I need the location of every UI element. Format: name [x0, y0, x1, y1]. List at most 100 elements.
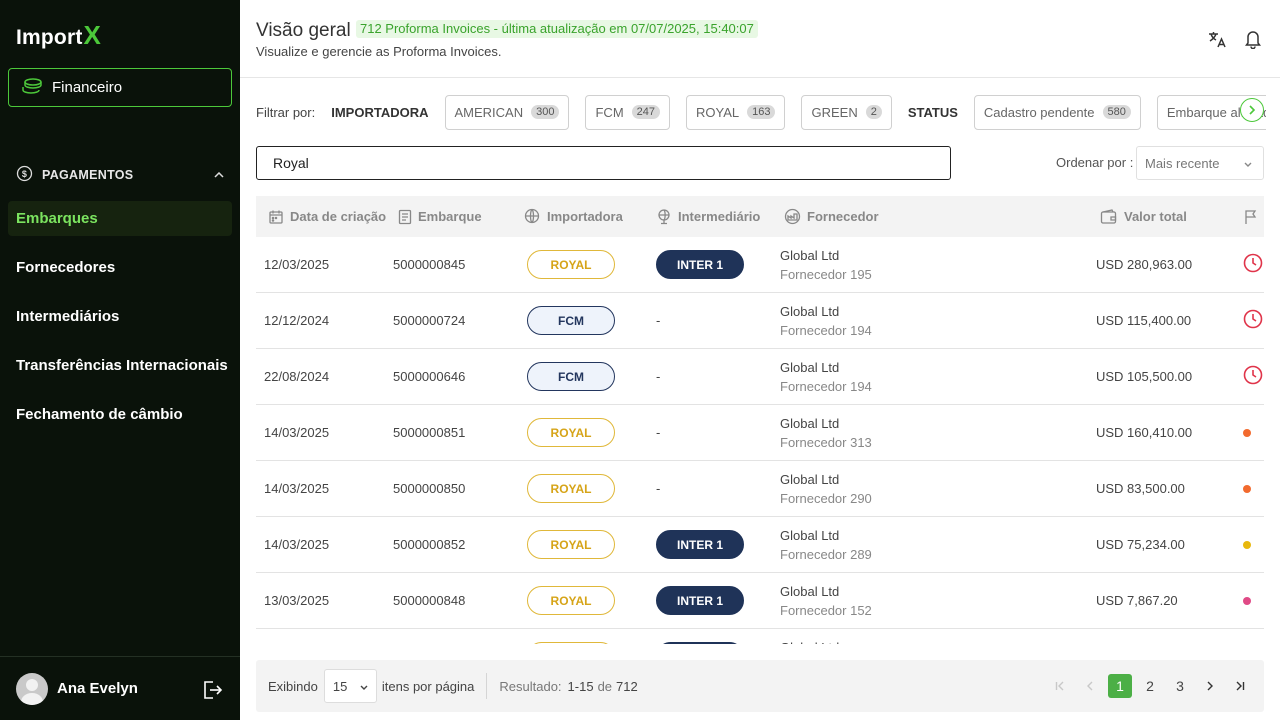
filter-chip-american[interactable]: AMERICAN 300	[444, 94, 570, 130]
chip-label: ROYAL	[696, 104, 740, 120]
filter-group-status: STATUS	[907, 104, 958, 120]
filter-chip-royal[interactable]: ROYAL 163	[686, 94, 786, 130]
column-header-importadora[interactable]: Importadora	[524, 196, 623, 237]
section-toggle-pagamentos[interactable]: $ PAGAMENTOS	[16, 165, 224, 185]
page-button-1[interactable]: 1	[1108, 674, 1132, 698]
sidebar-item-embarques[interactable]: Embarques	[8, 201, 232, 236]
sidebar-item-transferencias[interactable]: Transferências Internacionais	[8, 348, 232, 383]
filter-chip-cadastro-pendente[interactable]: Cadastro pendente 580	[973, 94, 1141, 130]
cell-intermediario: -	[656, 461, 660, 516]
status-dot[interactable]	[1243, 428, 1251, 437]
table-row[interactable]: 13/03/2025 5000000848 ROYAL INTER 1 Glob…	[256, 573, 1264, 629]
table-row[interactable]: 14/03/2025 5000000851 ROYAL - Global Ltd…	[256, 405, 1264, 461]
sort-select[interactable]: Mais recente	[1136, 146, 1264, 180]
importadora-badge: ROYAL	[527, 418, 615, 447]
avatar[interactable]	[16, 672, 48, 705]
chip-count: 580	[1102, 105, 1131, 119]
filter-scroll-right-button[interactable]	[1240, 98, 1264, 122]
status-dot[interactable]	[1243, 484, 1251, 493]
column-label: Intermediário	[678, 209, 761, 224]
translate-icon[interactable]	[1207, 29, 1227, 54]
table-body: 12/03/2025 5000000845 ROYAL INTER 1 Glob…	[256, 237, 1264, 644]
table-row[interactable]: 12/12/2024 5000000724 FCM - Global Ltd F…	[256, 293, 1264, 349]
clock-icon[interactable]	[1243, 253, 1263, 276]
column-label: Fornecedor	[807, 209, 879, 224]
cell-valor: USD 160,410.00	[1096, 425, 1193, 440]
cell-fornecedor: Global Ltd Fornecedor 289	[780, 517, 872, 572]
prev-page-icon[interactable]	[1078, 674, 1102, 698]
cell-intermediario: -	[656, 405, 660, 460]
filter-chip-green[interactable]: GREEN 2	[801, 94, 892, 130]
section-label: PAGAMENTOS	[42, 168, 134, 182]
pagination: 1 2 3	[1048, 674, 1252, 698]
importadora-badge: ROYAL	[527, 474, 615, 503]
status-dot[interactable]	[1243, 540, 1251, 549]
sidebar-item-fechamento-cambio[interactable]: Fechamento de câmbio	[8, 397, 232, 432]
dollar-circle-icon: $	[16, 165, 33, 185]
user-panel: Ana Evelyn	[0, 656, 240, 720]
first-page-icon[interactable]	[1048, 674, 1072, 698]
app-logo[interactable]: ImportX	[16, 20, 101, 51]
column-header-fornecedor[interactable]: Fornecedor	[784, 196, 879, 237]
column-label: Embarque	[418, 209, 482, 224]
cell-valor: USD 75,234.00	[1096, 537, 1185, 552]
logout-icon[interactable]	[201, 679, 223, 706]
sidebar-item-intermediarios[interactable]: Intermediários	[8, 299, 232, 334]
cell-embarque: 5000000845	[393, 257, 466, 272]
page-button-3[interactable]: 3	[1168, 674, 1192, 698]
cell-status	[1243, 293, 1263, 348]
clock-icon[interactable]	[1243, 365, 1263, 388]
status-dot[interactable]	[1243, 596, 1251, 605]
intermediario-empty: -	[656, 425, 661, 440]
fornecedor-sub: Fornecedor 195	[780, 266, 872, 282]
cell-status	[1243, 629, 1251, 644]
importadora-badge: ROYAL	[527, 250, 615, 279]
result-label: Resultado:	[499, 678, 562, 694]
last-page-icon[interactable]	[1228, 674, 1252, 698]
next-page-icon[interactable]	[1198, 674, 1222, 698]
bell-icon[interactable]	[1244, 29, 1262, 54]
importadora-badge: ROYAL	[527, 642, 615, 644]
importadora-badge: ROYAL	[527, 586, 615, 615]
table-row[interactable]: 22/08/2024 5000000646 FCM - Global Ltd F…	[256, 349, 1264, 405]
cell-status	[1243, 517, 1251, 572]
cell-embarque: 5000000846	[393, 629, 465, 644]
table-row[interactable]: 12/03/2025 5000000846 ROYAL INTER 1 Glob…	[256, 629, 1264, 644]
importadora-badge: FCM	[527, 362, 615, 391]
column-header-embarque[interactable]: Embarque	[398, 196, 482, 237]
table-row[interactable]: 14/03/2025 5000000850 ROYAL - Global Ltd…	[256, 461, 1264, 517]
column-header-status[interactable]	[1244, 196, 1258, 237]
fornecedor-sub: Fornecedor 194	[780, 378, 872, 394]
fornecedor-sub: Fornecedor 194	[780, 322, 872, 338]
cell-embarque: 5000000848	[393, 593, 466, 608]
clock-icon[interactable]	[1243, 309, 1263, 332]
cell-intermediario: INTER 1	[656, 517, 744, 572]
fornecedor-name: Global Ltd	[780, 527, 840, 543]
cell-fornecedor: Global Ltd Fornecedor 152	[780, 573, 872, 628]
cell-intermediario: -	[656, 349, 660, 404]
search-input[interactable]	[256, 146, 951, 180]
filter-chip-fcm[interactable]: FCM 247	[585, 94, 671, 130]
page-button-2[interactable]: 2	[1138, 674, 1162, 698]
intermediario-empty: -	[656, 369, 661, 384]
chip-count: 2	[865, 105, 882, 119]
table-row[interactable]: 14/03/2025 5000000852 ROYAL INTER 1 Glob…	[256, 517, 1264, 573]
result-total: 712	[616, 678, 638, 694]
column-header-intermediario[interactable]: Intermediário	[656, 196, 760, 237]
user-name: Ana Evelyn	[57, 680, 138, 697]
sidebar-item-fornecedores[interactable]: Fornecedores	[8, 250, 232, 285]
table-row[interactable]: 12/03/2025 5000000845 ROYAL INTER 1 Glob…	[256, 237, 1264, 293]
intermediario-badge: INTER 1	[656, 530, 744, 559]
per-page-select[interactable]: 15	[323, 669, 377, 703]
intermediario-badge: INTER 1	[656, 642, 744, 644]
chevron-right-icon	[1249, 105, 1256, 115]
column-header-data[interactable]: Data de criação	[268, 196, 386, 237]
module-selector-button[interactable]: Financeiro	[8, 68, 232, 107]
cell-importadora: ROYAL	[527, 405, 615, 460]
document-icon	[398, 209, 412, 224]
cell-embarque: 5000000851	[393, 425, 466, 440]
sort-value: Mais recente	[1145, 155, 1220, 171]
column-header-valor[interactable]: Valor total	[1100, 196, 1187, 237]
page-header: Visão geral 712 Proforma Invoices - últi…	[240, 0, 1280, 78]
cell-status	[1243, 349, 1263, 404]
